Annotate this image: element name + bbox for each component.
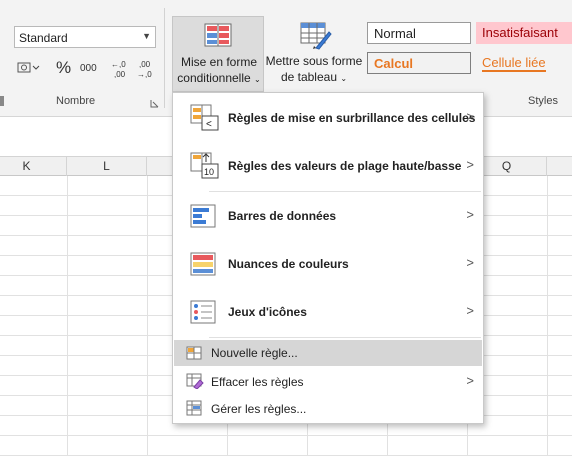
- cf-label-line1: Mise en forme: [180, 55, 258, 69]
- menu-item-color-scales[interactable]: Nuances de couleurs >: [174, 240, 482, 288]
- manage-rules-icon: [186, 400, 202, 416]
- svg-text:,00: ,00: [139, 60, 151, 69]
- chevron-right-icon: >: [466, 207, 474, 222]
- format-as-table-button[interactable]: Mettre sous forme de tableau ⌄: [264, 16, 364, 92]
- chevron-right-icon: >: [466, 157, 474, 172]
- svg-text:,00: ,00: [114, 70, 126, 79]
- menu-item-top-bottom-rules[interactable]: 10 Règles des valeurs de plage haute/bas…: [174, 142, 482, 190]
- number-format-dropdown[interactable]: Standard ▼: [14, 26, 156, 48]
- decrease-decimals-icon: ,00 →,0: [137, 60, 152, 79]
- menu-item-label: Barres de données: [228, 209, 337, 223]
- menu-item-label: Nouvelle règle...: [211, 346, 298, 360]
- menu-item-clear-rules[interactable]: Effacer les règles >: [174, 368, 482, 394]
- conditional-formatting-button[interactable]: Mise en forme conditionnelle ⌄: [172, 16, 264, 92]
- clear-rules-icon: [186, 373, 204, 389]
- menu-item-label: Règles des valeurs de plage haute/basse: [228, 159, 462, 173]
- chevron-right-icon: >: [466, 255, 474, 270]
- top-bottom-rules-icon: 10: [190, 152, 219, 179]
- menu-item-label: Gérer les règles...: [211, 402, 307, 416]
- style-insatisfaisant[interactable]: Insatisfaisant: [476, 22, 572, 44]
- table-label-line1: Mettre sous forme: [265, 54, 363, 68]
- style-normal[interactable]: Normal: [367, 22, 471, 44]
- menu-item-label: Nuances de couleurs: [228, 257, 349, 271]
- menu-item-manage-rules[interactable]: Gérer les règles...: [174, 395, 482, 421]
- svg-text:→,0: →,0: [137, 70, 152, 79]
- format-as-table-icon: [300, 22, 332, 50]
- group-edge-marker: [0, 96, 4, 106]
- table-label-line2: de tableau ⌄: [280, 70, 348, 84]
- number-dialog-launcher-icon[interactable]: [150, 97, 159, 108]
- svg-text:<: <: [206, 119, 212, 130]
- ribbon-separator: [164, 8, 165, 108]
- icon-sets-icon: [190, 300, 216, 324]
- currency-format-button[interactable]: [16, 60, 40, 76]
- chevron-right-icon: >: [466, 303, 474, 318]
- menu-item-new-rule[interactable]: Nouvelle règle...: [174, 340, 482, 366]
- chevron-right-icon: >: [466, 373, 474, 388]
- conditional-formatting-menu: < Règles de mise en surbrillance des cel…: [172, 92, 484, 424]
- number-format-value: Standard: [19, 31, 68, 45]
- menu-item-data-bars[interactable]: Barres de données >: [174, 192, 482, 240]
- styles-group-label: Styles: [528, 95, 558, 107]
- style-cellule-liee[interactable]: Cellule liée: [476, 52, 572, 74]
- conditional-formatting-icon: [204, 23, 232, 47]
- menu-item-label: Jeux d'icônes: [228, 305, 307, 319]
- decrease-decimals-button[interactable]: ,00 →,0: [136, 58, 158, 80]
- chevron-right-icon: >: [466, 109, 474, 124]
- chevron-down-icon: ▼: [142, 31, 151, 41]
- svg-text:←,0: ←,0: [111, 60, 126, 69]
- color-scales-icon: [190, 252, 216, 276]
- svg-text:10: 10: [204, 167, 214, 177]
- menu-item-icon-sets[interactable]: Jeux d'icônes >: [174, 288, 482, 336]
- currency-icon: [17, 62, 40, 73]
- menu-item-label: Effacer les règles: [211, 375, 304, 389]
- style-cellule-liee-label: Cellule liée: [482, 55, 546, 72]
- column-header-k[interactable]: K: [0, 157, 67, 176]
- menu-item-label: Règles de mise en surbrillance des cellu…: [228, 111, 476, 125]
- menu-item-highlight-rules[interactable]: < Règles de mise en surbrillance des cel…: [174, 94, 482, 142]
- cf-label-line2: conditionnelle ⌄: [177, 71, 261, 85]
- highlight-rules-icon: <: [190, 104, 219, 131]
- data-bars-icon: [190, 204, 216, 228]
- menu-separator: [209, 337, 481, 338]
- style-calcul[interactable]: Calcul: [367, 52, 471, 74]
- column-header-l[interactable]: L: [67, 157, 147, 176]
- percent-button[interactable]: %: [56, 58, 71, 78]
- increase-decimals-icon: ←,0 ,00: [111, 60, 126, 79]
- number-group-label: Nombre: [56, 95, 96, 107]
- new-rule-icon: [186, 346, 202, 360]
- thousands-separator-button[interactable]: 000: [80, 63, 97, 74]
- increase-decimals-button[interactable]: ←,0 ,00: [110, 58, 132, 80]
